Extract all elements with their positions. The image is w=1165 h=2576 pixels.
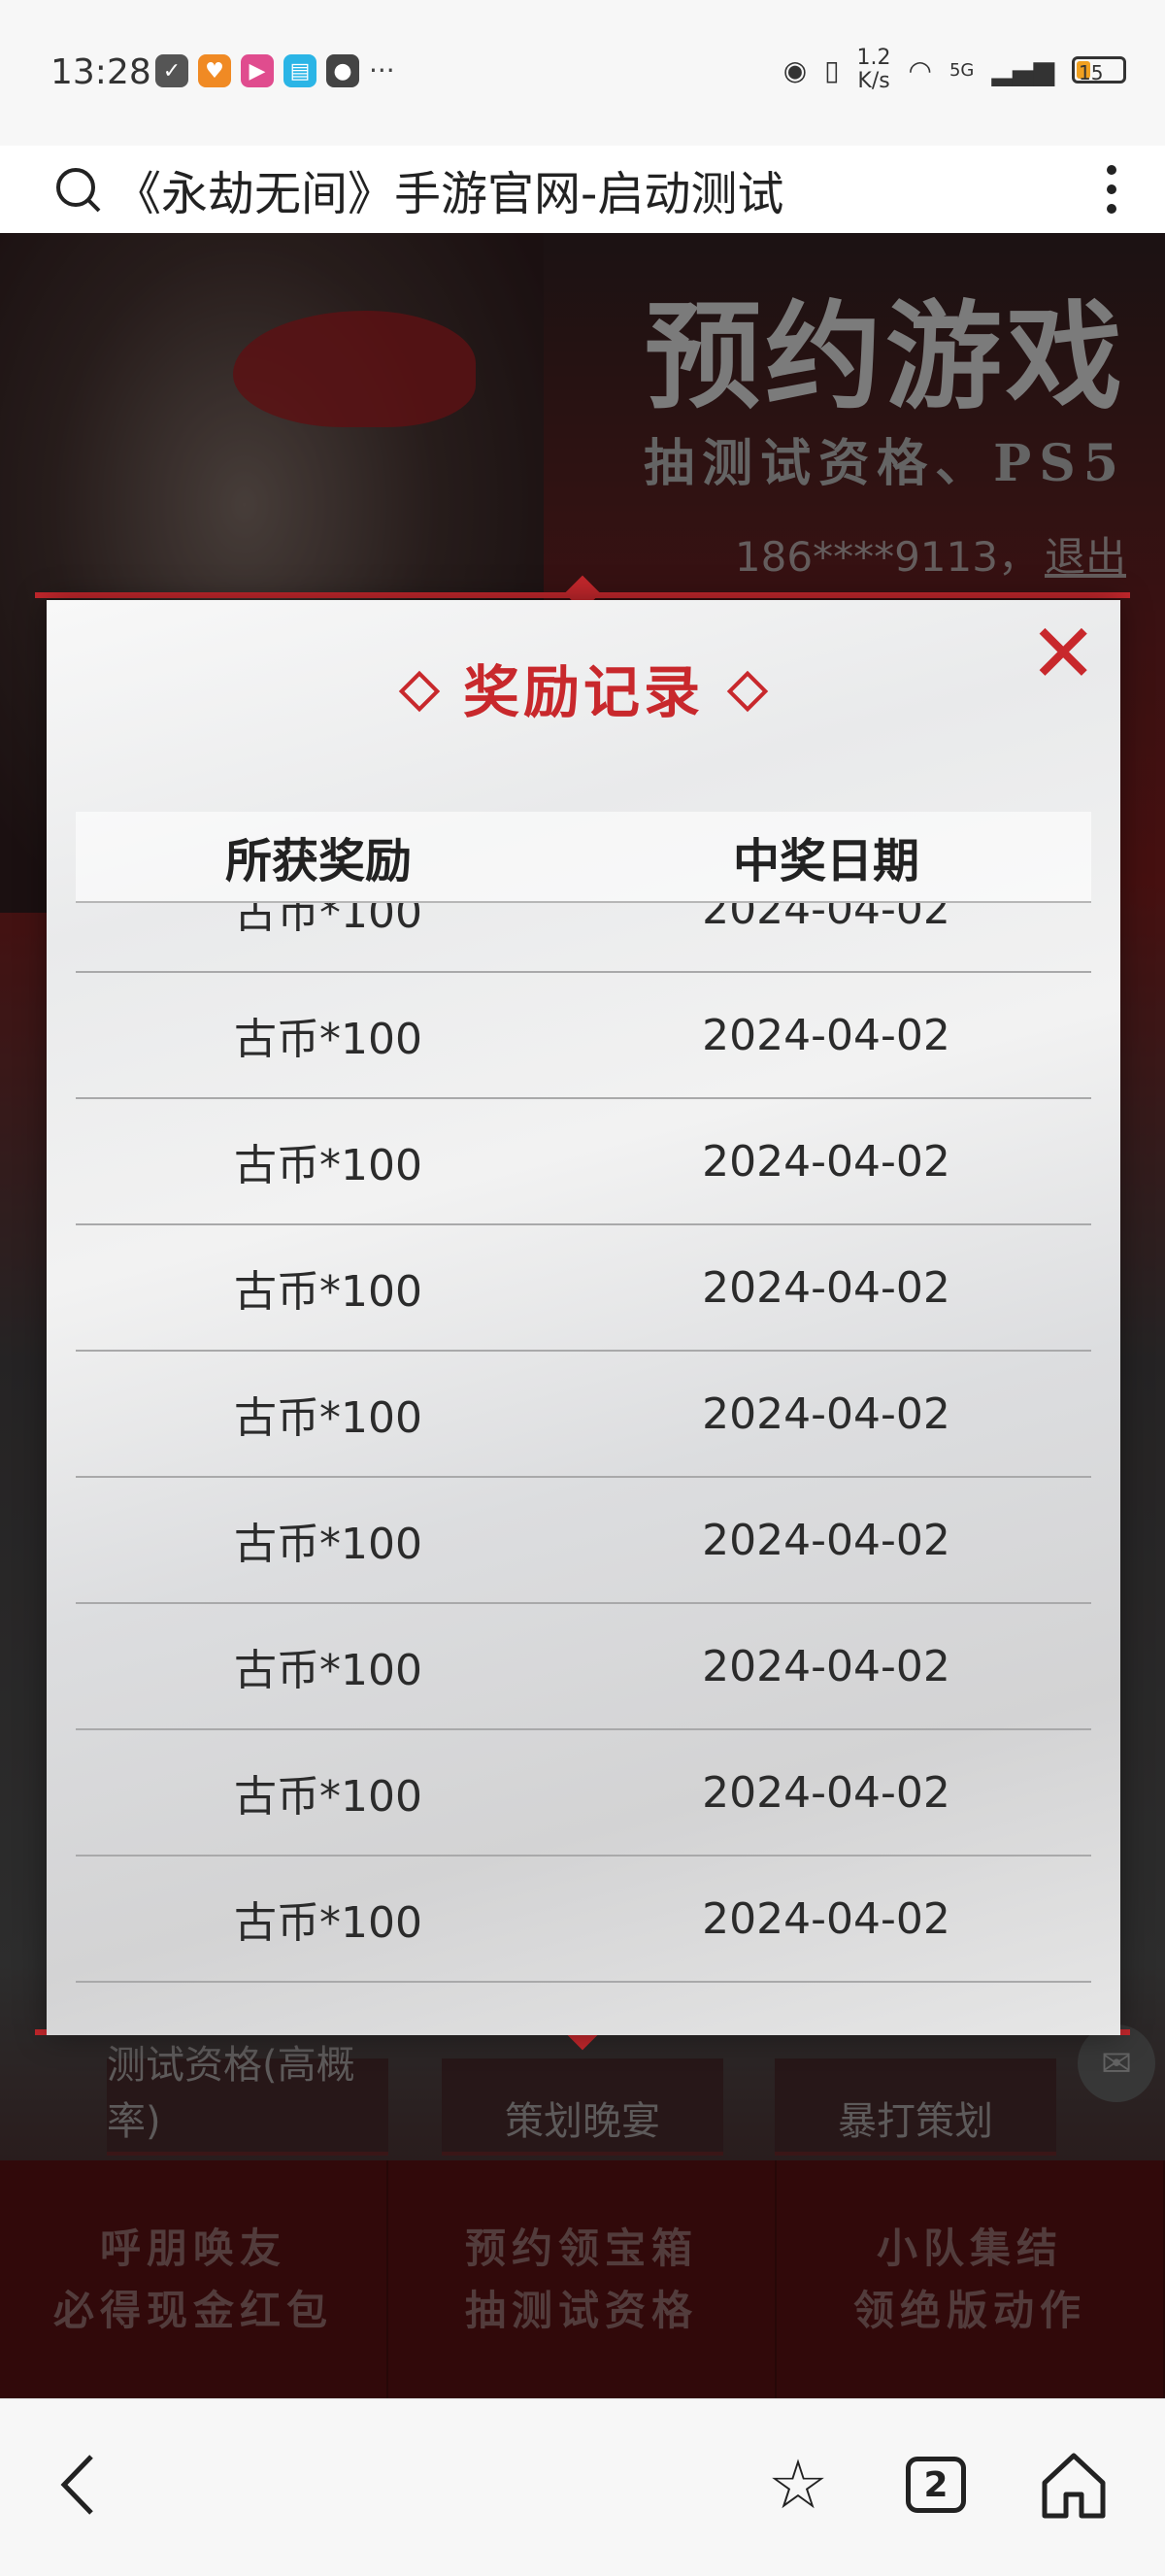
table-row: 古币*100 2024-04-02 bbox=[76, 1478, 1091, 1604]
date-cell: 2024-04-02 bbox=[702, 1136, 950, 1187]
wifi-icon: ◠ bbox=[908, 53, 932, 86]
reward-table[interactable]: 古币*100 2024-04-02 古币*100 2024-04-02 古币*100 20… bbox=[76, 903, 1091, 2018]
notification-icons: ✓ ♥ ▶ ▤ ● ··· bbox=[155, 54, 395, 87]
reward-cell: 古币*100 bbox=[234, 1646, 422, 1695]
table-row: 古币*100 2024-04-02 bbox=[76, 1604, 1091, 1730]
reward-cell: 古币*100 bbox=[234, 903, 422, 938]
column-date: 中奖日期 bbox=[732, 834, 919, 888]
table-row: 古币*100 2024-04-02 bbox=[76, 1730, 1091, 1857]
reward-cell: 古币*100 bbox=[234, 1267, 422, 1317]
search-icon[interactable] bbox=[52, 164, 103, 215]
vibrate-icon: ▯ bbox=[824, 53, 840, 86]
table-row: 古币*100 2024-04-02 bbox=[76, 1352, 1091, 1478]
diamond-ornament-icon bbox=[726, 670, 769, 713]
back-icon[interactable] bbox=[39, 2446, 116, 2524]
date-cell: 2024-04-02 bbox=[702, 903, 950, 934]
tab-count: 2 bbox=[906, 2457, 966, 2513]
diamond-ornament-icon bbox=[398, 670, 441, 713]
video-app-icon: ▶ bbox=[241, 54, 274, 87]
date-cell: 2024-04-02 bbox=[702, 1262, 950, 1313]
status-time: 13:28 bbox=[50, 52, 151, 92]
table-row: 古币*100 2024-04-02 bbox=[76, 973, 1091, 1099]
modal-title: 奖励记录 bbox=[47, 647, 1120, 728]
network-type: 5G bbox=[949, 59, 975, 81]
bookmark-star-icon[interactable]: ☆ bbox=[759, 2445, 837, 2525]
more-menu-icon[interactable] bbox=[1107, 146, 1116, 233]
home-icon[interactable] bbox=[1035, 2446, 1113, 2524]
reward-cell: 古币*100 bbox=[234, 1141, 422, 1190]
column-reward: 所获奖励 bbox=[224, 834, 412, 888]
tabs-button[interactable]: 2 bbox=[897, 2446, 975, 2524]
signal-icon: ▂▄▆ bbox=[991, 53, 1054, 86]
network-speed: 1.2 K/s bbox=[856, 46, 891, 93]
table-row: 古币*100 2024-04-02 bbox=[76, 1225, 1091, 1352]
date-cell: 2024-04-02 bbox=[702, 1641, 950, 1691]
page-title[interactable]: 《永劫无间》手游官网-启动测试 bbox=[115, 155, 783, 223]
date-cell: 2024-04-02 bbox=[702, 1893, 950, 1944]
close-x-icon[interactable]: ✕ bbox=[1029, 613, 1097, 694]
taobao-icon: ♥ bbox=[198, 54, 231, 87]
status-bar: 13:28 ✓ ♥ ▶ ▤ ● ··· ◉ ▯ 1.2 K/s ◠ 5G ▂▄▆… bbox=[0, 0, 1165, 146]
reward-cell: 古币*100 bbox=[234, 1772, 422, 1822]
date-cell: 2024-04-02 bbox=[702, 1767, 950, 1818]
browser-bottom-nav: ☆ 2 bbox=[0, 2398, 1165, 2576]
table-row: 古币*100 2024-04-02 bbox=[76, 1857, 1091, 1983]
battery-icon: 15 bbox=[1072, 56, 1126, 84]
more-notifications-icon: ··· bbox=[369, 54, 395, 86]
browser-address-bar[interactable]: 《永劫无间》手游官网-启动测试 bbox=[0, 146, 1165, 234]
reward-cell: 古币*100 bbox=[234, 1898, 422, 1948]
reward-cell: 古币*100 bbox=[234, 1015, 422, 1064]
reward-record-modal: 奖励记录 ✕ 所获奖励 中奖日期 古币*100 2024-04-02 古币*100 2… bbox=[47, 600, 1120, 2035]
reward-cell: 古币*100 bbox=[234, 1520, 422, 1569]
table-row: 古币*100 2024-04-02 bbox=[76, 903, 1091, 973]
date-cell: 2024-04-02 bbox=[702, 1515, 950, 1565]
date-cell: 2024-04-02 bbox=[702, 1010, 950, 1060]
reward-cell: 古币*100 bbox=[234, 1393, 422, 1443]
app-notification-icon: ✓ bbox=[155, 54, 188, 87]
reader-app-icon: ▤ bbox=[283, 54, 316, 87]
eye-icon: ◉ bbox=[782, 53, 808, 86]
date-cell: 2024-04-02 bbox=[702, 1388, 950, 1439]
table-header: 所获奖励 中奖日期 bbox=[76, 812, 1091, 903]
wechat-icon: ● bbox=[326, 54, 359, 87]
table-row: 古币*100 2024-04-02 bbox=[76, 1099, 1091, 1225]
